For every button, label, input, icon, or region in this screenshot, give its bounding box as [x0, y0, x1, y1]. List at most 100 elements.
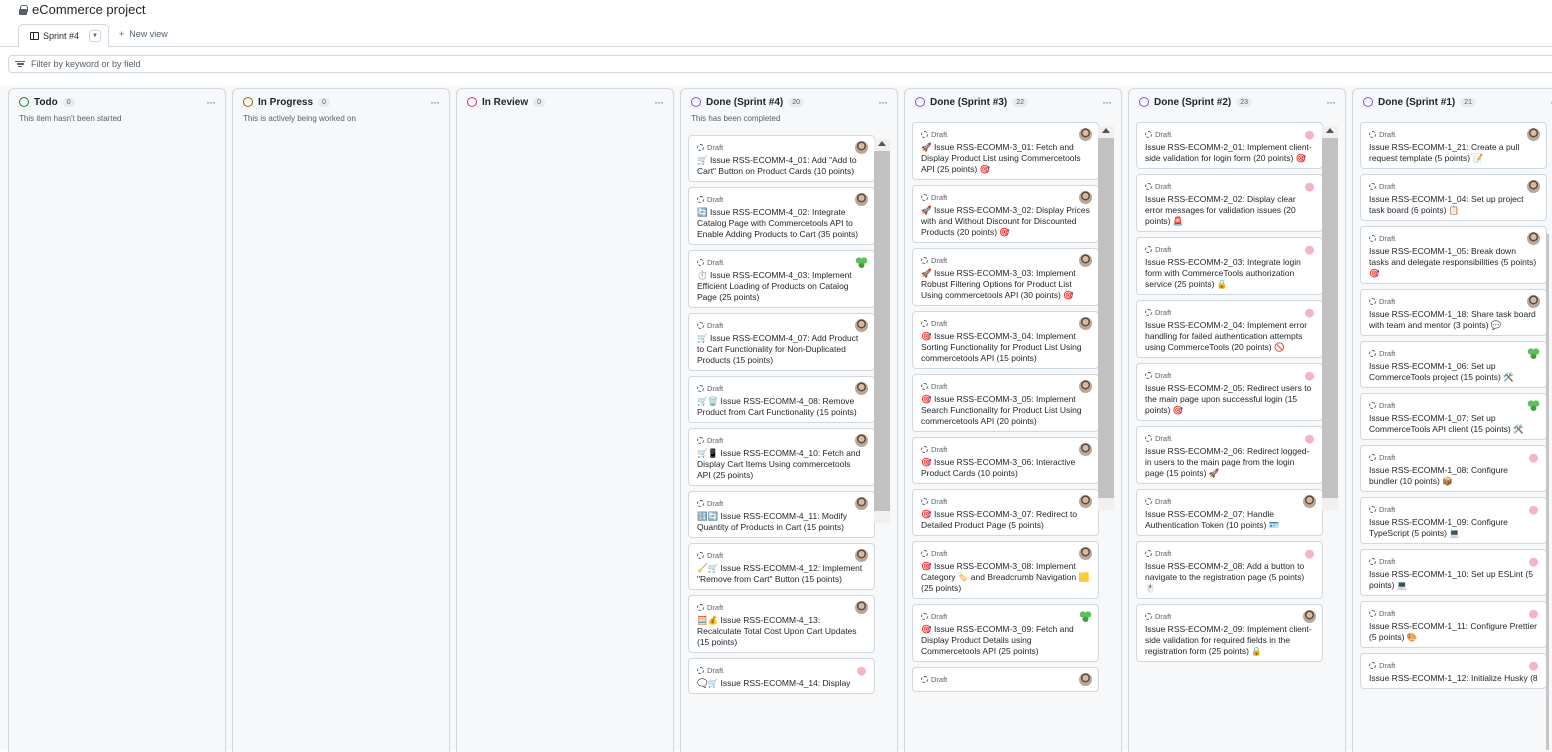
issue-card[interactable]: Draft Issue RSS-ECOMM-2_04: Implement err… — [1136, 300, 1323, 358]
issue-title[interactable]: Issue RSS-ECOMM-1_10: Set up ESLint (5 p… — [1369, 569, 1538, 591]
scrollbar-thumb[interactable] — [1322, 138, 1338, 498]
issue-card[interactable]: Draft ⏱️ Issue RSS-ECOMM-4_03: Implement … — [688, 250, 875, 308]
issue-card[interactable]: Draft — [912, 667, 1099, 692]
issue-title[interactable]: Issue RSS-ECOMM-1_07: Set up CommerceToo… — [1369, 413, 1538, 435]
avatar[interactable] — [1303, 432, 1316, 445]
scrollbar-thumb[interactable] — [1098, 138, 1114, 498]
column-menu-icon[interactable]: ··· — [878, 95, 888, 109]
issue-title[interactable]: Issue RSS-ECOMM-1_09: Configure TypeScri… — [1369, 517, 1538, 539]
scrollbar-thumb[interactable] — [874, 151, 890, 511]
avatar[interactable] — [1303, 180, 1316, 193]
issue-card[interactable]: Draft 🚀 Issue RSS-ECOMM-3_03: Implement R… — [912, 248, 1099, 306]
avatar[interactable] — [1527, 659, 1540, 672]
issue-title[interactable]: 🎯 Issue RSS-ECOMM-3_07: Redirect to Deta… — [921, 509, 1090, 531]
column-scrollbar[interactable] — [1098, 126, 1114, 510]
issue-card[interactable]: Draft 🛒📱 Issue RSS-ECOMM-4_10: Fetch and … — [688, 428, 875, 486]
issue-title[interactable]: Issue RSS-ECOMM-2_04: Implement error ha… — [1145, 320, 1314, 353]
issue-title[interactable]: Issue RSS-ECOMM-2_06: Redirect logged-in… — [1145, 446, 1314, 479]
avatar[interactable] — [1303, 243, 1316, 256]
issue-title[interactable]: Issue RSS-ECOMM-1_11: Configure Prettier… — [1369, 621, 1538, 643]
avatar[interactable] — [1303, 128, 1316, 141]
avatar[interactable] — [855, 256, 868, 269]
issue-title[interactable]: 🛒 Issue RSS-ECOMM-4_01: Add "Add to Cart… — [697, 155, 866, 177]
issue-title[interactable]: Issue RSS-ECOMM-1_04: Set up project tas… — [1369, 194, 1538, 216]
avatar[interactable] — [1079, 191, 1092, 204]
scroll-up-icon[interactable] — [878, 141, 886, 146]
avatar[interactable] — [1079, 495, 1092, 508]
issue-card[interactable]: Draft Issue RSS-ECOMM-2_09: Implement cli… — [1136, 604, 1323, 662]
issue-card[interactable]: Draft Issue RSS-ECOMM-2_02: Display clear… — [1136, 174, 1323, 232]
avatar[interactable] — [855, 434, 868, 447]
issue-card[interactable]: Draft Issue RSS-ECOMM-2_03: Integrate log… — [1136, 237, 1323, 295]
issue-card[interactable]: Draft Issue RSS-ECOMM-1_12: Initialize Hu… — [1360, 653, 1547, 689]
issue-title[interactable]: 🛒 Issue RSS-ECOMM-4_07: Add Product to C… — [697, 333, 866, 366]
issue-card[interactable]: Draft Issue RSS-ECOMM-1_10: Set up ESLint… — [1360, 549, 1547, 596]
issue-card[interactable]: Draft 🎯 Issue RSS-ECOMM-3_07: Redirect to… — [912, 489, 1099, 536]
issue-title[interactable]: ⏱️ Issue RSS-ECOMM-4_03: Implement Effic… — [697, 270, 866, 303]
avatar[interactable] — [1527, 503, 1540, 516]
avatar[interactable] — [855, 601, 868, 614]
issue-card[interactable]: Draft 🚀 Issue RSS-ECOMM-3_01: Fetch and D… — [912, 122, 1099, 180]
issue-title[interactable]: 🎯 Issue RSS-ECOMM-3_08: Implement Catego… — [921, 561, 1090, 594]
issue-title[interactable]: 🧮💰 Issue RSS-ECOMM-4_13: Recalculate Tot… — [697, 615, 866, 648]
avatar[interactable] — [1079, 673, 1092, 686]
issue-title[interactable]: 🚀 Issue RSS-ECOMM-3_02: Display Prices w… — [921, 205, 1090, 238]
issue-title[interactable]: 🔄 Issue RSS-ECOMM-4_02: Integrate Catalo… — [697, 207, 866, 240]
issue-title[interactable]: 🛒📱 Issue RSS-ECOMM-4_10: Fetch and Displ… — [697, 448, 866, 481]
issue-card[interactable]: Draft Issue RSS-ECOMM-2_08: Add a button … — [1136, 541, 1323, 599]
column-scrollbar[interactable] — [874, 139, 890, 523]
column-menu-icon[interactable]: ··· — [206, 95, 216, 109]
tab-sprint-4[interactable]: Sprint #4 ▼ — [18, 24, 109, 47]
issue-card[interactable]: Draft Issue RSS-ECOMM-1_08: Configure bun… — [1360, 445, 1547, 492]
avatar[interactable] — [1527, 347, 1540, 360]
avatar[interactable] — [1527, 180, 1540, 193]
scroll-up-icon[interactable] — [1102, 128, 1110, 133]
issue-title[interactable]: 🛒🗑️ Issue RSS-ECOMM-4_08: Remove Product… — [697, 396, 866, 418]
issue-title[interactable]: Issue RSS-ECOMM-2_03: Integrate login fo… — [1145, 257, 1314, 290]
issue-title[interactable]: 🎯 Issue RSS-ECOMM-3_04: Implement Sortin… — [921, 331, 1090, 364]
avatar[interactable] — [1079, 254, 1092, 267]
issue-title[interactable]: 🔢🔄 Issue RSS-ECOMM-4_11: Modify Quantity… — [697, 511, 866, 533]
issue-title[interactable]: Issue RSS-ECOMM-1_05: Break down tasks a… — [1369, 246, 1538, 279]
issue-card[interactable]: Draft 🎯 Issue RSS-ECOMM-3_05: Implement S… — [912, 374, 1099, 432]
avatar[interactable] — [1303, 495, 1316, 508]
issue-title[interactable]: 🎯 Issue RSS-ECOMM-3_09: Fetch and Displa… — [921, 624, 1090, 657]
column-menu-icon[interactable]: ··· — [1102, 95, 1112, 109]
issue-title[interactable]: 🚀 Issue RSS-ECOMM-3_01: Fetch and Displa… — [921, 142, 1090, 175]
column-menu-icon[interactable]: ··· — [430, 95, 440, 109]
issue-title[interactable]: 🎯 Issue RSS-ECOMM-3_06: Interactive Prod… — [921, 457, 1090, 479]
avatar[interactable] — [855, 497, 868, 510]
column-menu-icon[interactable]: ··· — [654, 95, 664, 109]
issue-card[interactable]: Draft Issue RSS-ECOMM-2_07: Handle Authen… — [1136, 489, 1323, 536]
avatar[interactable] — [1079, 610, 1092, 623]
issue-title[interactable]: Issue RSS-ECOMM-2_01: Implement client-s… — [1145, 142, 1314, 164]
issue-card[interactable]: Draft 🚀 Issue RSS-ECOMM-3_02: Display Pri… — [912, 185, 1099, 243]
issue-title[interactable]: Issue RSS-ECOMM-2_05: Redirect users to … — [1145, 383, 1314, 416]
column-menu-icon[interactable]: ··· — [1326, 95, 1336, 109]
avatar[interactable] — [855, 319, 868, 332]
issue-title[interactable]: Issue RSS-ECOMM-2_09: Implement client-s… — [1145, 624, 1314, 657]
issue-card[interactable]: Draft Issue RSS-ECOMM-2_05: Redirect user… — [1136, 363, 1323, 421]
avatar[interactable] — [855, 193, 868, 206]
avatar[interactable] — [1527, 607, 1540, 620]
avatar[interactable] — [1079, 317, 1092, 330]
issue-title[interactable]: Issue RSS-ECOMM-1_08: Configure bundler … — [1369, 465, 1538, 487]
avatar[interactable] — [1079, 443, 1092, 456]
issue-title[interactable]: Issue RSS-ECOMM-1_21: Create a pull requ… — [1369, 142, 1538, 164]
avatar[interactable] — [1527, 451, 1540, 464]
issue-title[interactable]: 🚀 Issue RSS-ECOMM-3_03: Implement Robust… — [921, 268, 1090, 301]
issue-card[interactable]: Draft 🗨️🛒 Issue RSS-ECOMM-4_14: Display — [688, 658, 875, 694]
filter-input[interactable]: Filter by keyword or by field — [8, 55, 1552, 73]
issue-card[interactable]: Draft Issue RSS-ECOMM-2_01: Implement cli… — [1136, 122, 1323, 169]
scroll-up-icon[interactable] — [1326, 128, 1334, 133]
issue-card[interactable]: Draft 🛒🗑️ Issue RSS-ECOMM-4_08: Remove Pr… — [688, 376, 875, 423]
issue-card[interactable]: Draft Issue RSS-ECOMM-2_06: Redirect logg… — [1136, 426, 1323, 484]
issue-card[interactable]: Draft Issue RSS-ECOMM-1_09: Configure Typ… — [1360, 497, 1547, 544]
avatar[interactable] — [1303, 306, 1316, 319]
issue-card[interactable]: Draft 🔢🔄 Issue RSS-ECOMM-4_11: Modify Qua… — [688, 491, 875, 538]
avatar[interactable] — [1303, 547, 1316, 560]
issue-card[interactable]: Draft 🎯 Issue RSS-ECOMM-3_04: Implement S… — [912, 311, 1099, 369]
issue-title[interactable]: Issue RSS-ECOMM-1_06: Set up CommerceToo… — [1369, 361, 1538, 383]
avatar[interactable] — [1079, 128, 1092, 141]
issue-title[interactable]: 🗨️🛒 Issue RSS-ECOMM-4_14: Display — [697, 678, 866, 689]
